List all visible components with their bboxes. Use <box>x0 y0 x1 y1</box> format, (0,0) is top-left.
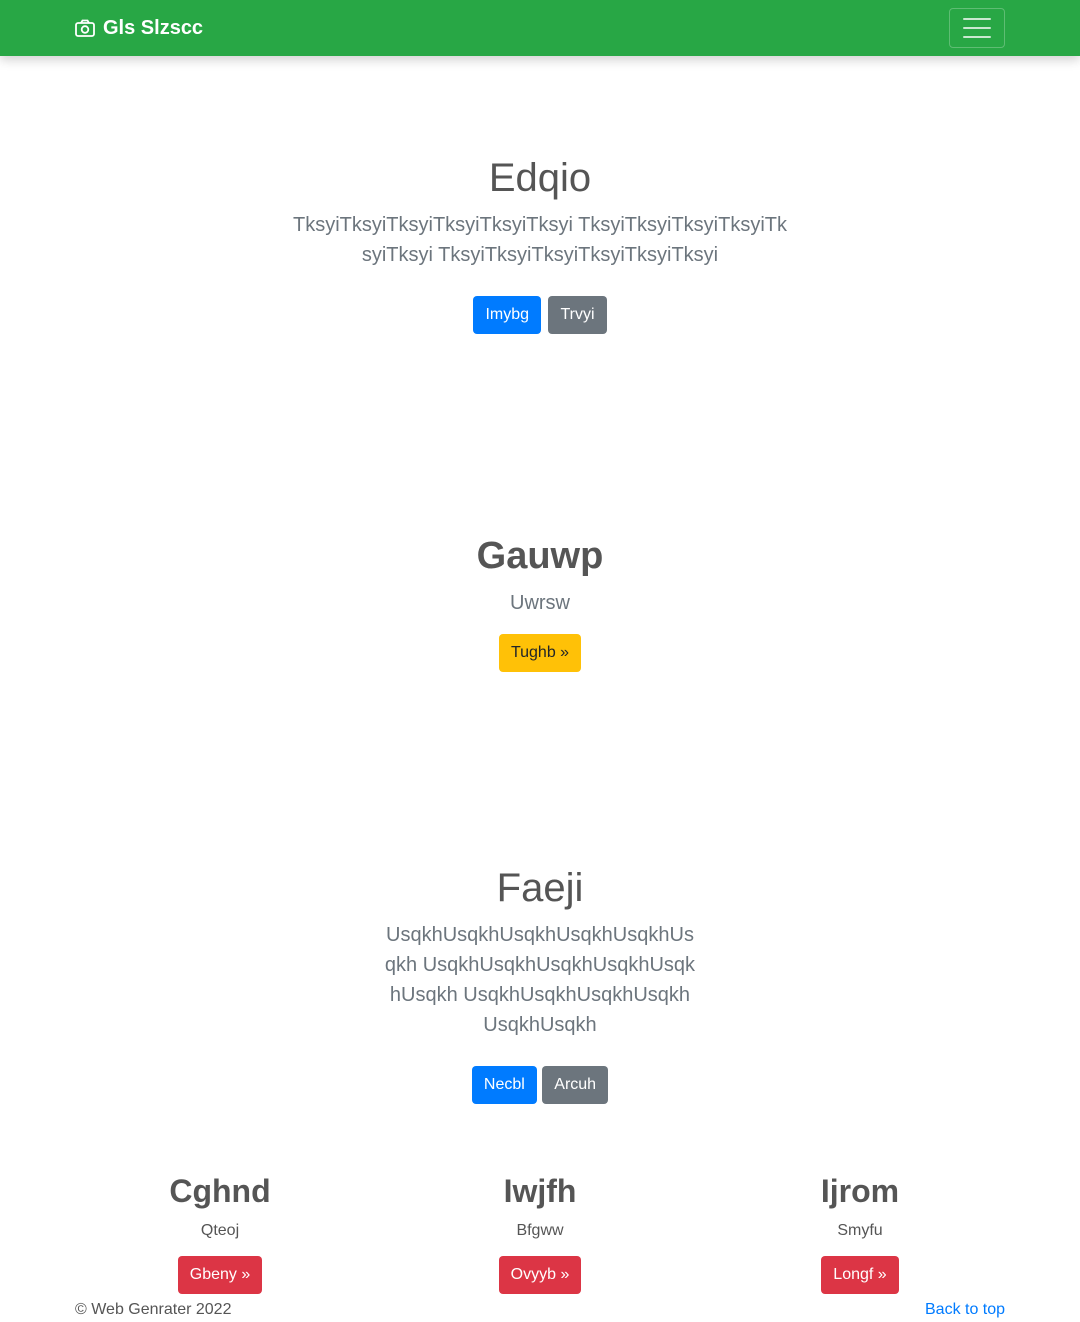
column-title: Cghnd <box>169 1173 271 1209</box>
column-button[interactable]: Gbeny » <box>177 1256 263 1294</box>
column-text: Smyfu <box>837 1222 883 1239</box>
feature-section: Gauwp Uwrsw Tughb » <box>0 530 1080 672</box>
hero-title: Edqio <box>488 156 592 200</box>
brand-name: Gls Slzscc <box>103 16 204 39</box>
info-lead: UsqkhUsqkhUsqkhUsqkhUsqkhUsqkh UsqkhUsqk… <box>384 924 696 1036</box>
feature-title: Gauwp <box>476 535 604 577</box>
info-title: Faeji <box>496 866 584 910</box>
hero-secondary-button[interactable]: Trvyi <box>548 296 607 334</box>
column-text: Bfgww <box>516 1222 564 1239</box>
hero-lead: TksyiTksyiTksyiTksyiTksyiTksyi TksyiTksy… <box>292 214 787 266</box>
hero-section: Edqio TksyiTksyiTksyiTksyiTksyiTksyi Tks… <box>0 152 1080 334</box>
navbar-toggler-button[interactable] <box>949 8 1005 48</box>
navbar: Gls Slzscc <box>0 0 1080 56</box>
column-text: Qteoj <box>200 1222 240 1239</box>
info-secondary-button[interactable]: Arcuh <box>542 1066 609 1104</box>
hamburger-icon <box>963 18 991 38</box>
column-card: Ijrom Smyfu Longf » <box>710 1173 1010 1294</box>
column-title: Iwjfh <box>503 1173 577 1209</box>
back-to-top-link[interactable]: Back to top <box>925 1301 1005 1319</box>
column-title: Ijrom <box>820 1173 900 1209</box>
feature-lead: Uwrsw <box>510 592 570 614</box>
hero-primary-button[interactable]: Imybg <box>473 296 542 334</box>
feature-button[interactable]: Tughb » <box>498 634 582 672</box>
info-primary-button[interactable]: Necbl <box>471 1066 537 1104</box>
column-card: Cghnd Qteoj Gbeny » <box>70 1173 370 1294</box>
footer-copyright: © Web Genrater 2022 <box>75 1301 232 1318</box>
brand-link[interactable]: Gls Slzscc <box>75 0 203 56</box>
column-button[interactable]: Ovyyb » <box>498 1256 582 1294</box>
info-section: Faeji UsqkhUsqkhUsqkhUsqkhUsqkhUsqkh Usq… <box>0 862 1080 1104</box>
camera-icon <box>75 19 95 37</box>
column-card: Iwjfh Bfgww Ovyyb » <box>390 1173 690 1294</box>
column-button[interactable]: Longf » <box>821 1256 899 1294</box>
